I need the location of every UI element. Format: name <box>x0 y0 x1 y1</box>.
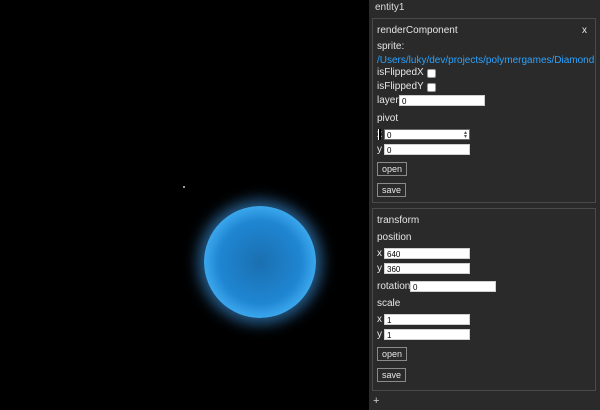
sprite-label: sprite: <box>377 41 405 52</box>
scale-y-input[interactable]: 1 <box>384 329 470 340</box>
text-cursor-icon <box>378 129 381 140</box>
section-title: renderComponent <box>377 25 458 36</box>
game-viewport[interactable] <box>0 0 369 410</box>
transform-section: transform position x 640 y 360 rotation … <box>372 208 596 391</box>
rotation-label: rotation <box>377 281 411 292</box>
scale-label: scale <box>377 298 401 309</box>
position-y-input[interactable]: 360 <box>384 263 470 274</box>
pivot-label: pivot <box>377 113 399 124</box>
pivot-y-label: y <box>377 144 382 155</box>
inspector-panel: entity1 renderComponent x sprite: /Users… <box>369 0 600 410</box>
position-y-label: y <box>377 263 382 274</box>
add-component-button[interactable]: + <box>373 395 379 407</box>
origin-marker <box>183 186 185 188</box>
stepper-icon[interactable]: ▴ ▾ <box>464 130 467 140</box>
scale-y-label: y <box>377 329 382 340</box>
flipped-x-label: isFlippedX <box>377 67 424 78</box>
render-component-section: renderComponent x sprite: /Users/luky/de… <box>372 18 596 203</box>
position-label: position <box>377 232 412 243</box>
flipped-y-checkbox[interactable] <box>427 83 436 92</box>
layer-label: layer <box>377 95 399 106</box>
close-icon[interactable]: x <box>582 25 587 36</box>
flipped-x-checkbox[interactable] <box>427 69 436 78</box>
flipped-y-label: isFlippedY <box>377 81 424 92</box>
open-button[interactable]: open <box>377 162 408 176</box>
layer-input[interactable]: 0 <box>399 95 485 106</box>
section-title: transform <box>377 215 420 226</box>
pivot-x-value: 0 <box>387 131 392 140</box>
entity-title: entity1 <box>375 2 405 13</box>
pivot-x-input[interactable]: 0 ▴ ▾ <box>384 129 470 140</box>
pivot-y-input[interactable]: 0 <box>384 144 470 155</box>
save-button[interactable]: save <box>377 183 407 197</box>
position-x-input[interactable]: 640 <box>384 248 470 259</box>
scale-x-input[interactable]: 1 <box>384 314 470 325</box>
scale-x-label: x <box>377 314 382 325</box>
open-button[interactable]: open <box>377 347 408 361</box>
rotation-input[interactable]: 0 <box>410 281 496 292</box>
sprite-path-link[interactable]: /Users/luky/dev/projects/polymergames/Di… <box>377 55 595 66</box>
save-button[interactable]: save <box>377 368 407 382</box>
position-x-label: x <box>377 248 382 259</box>
orb-sprite[interactable] <box>204 206 316 318</box>
